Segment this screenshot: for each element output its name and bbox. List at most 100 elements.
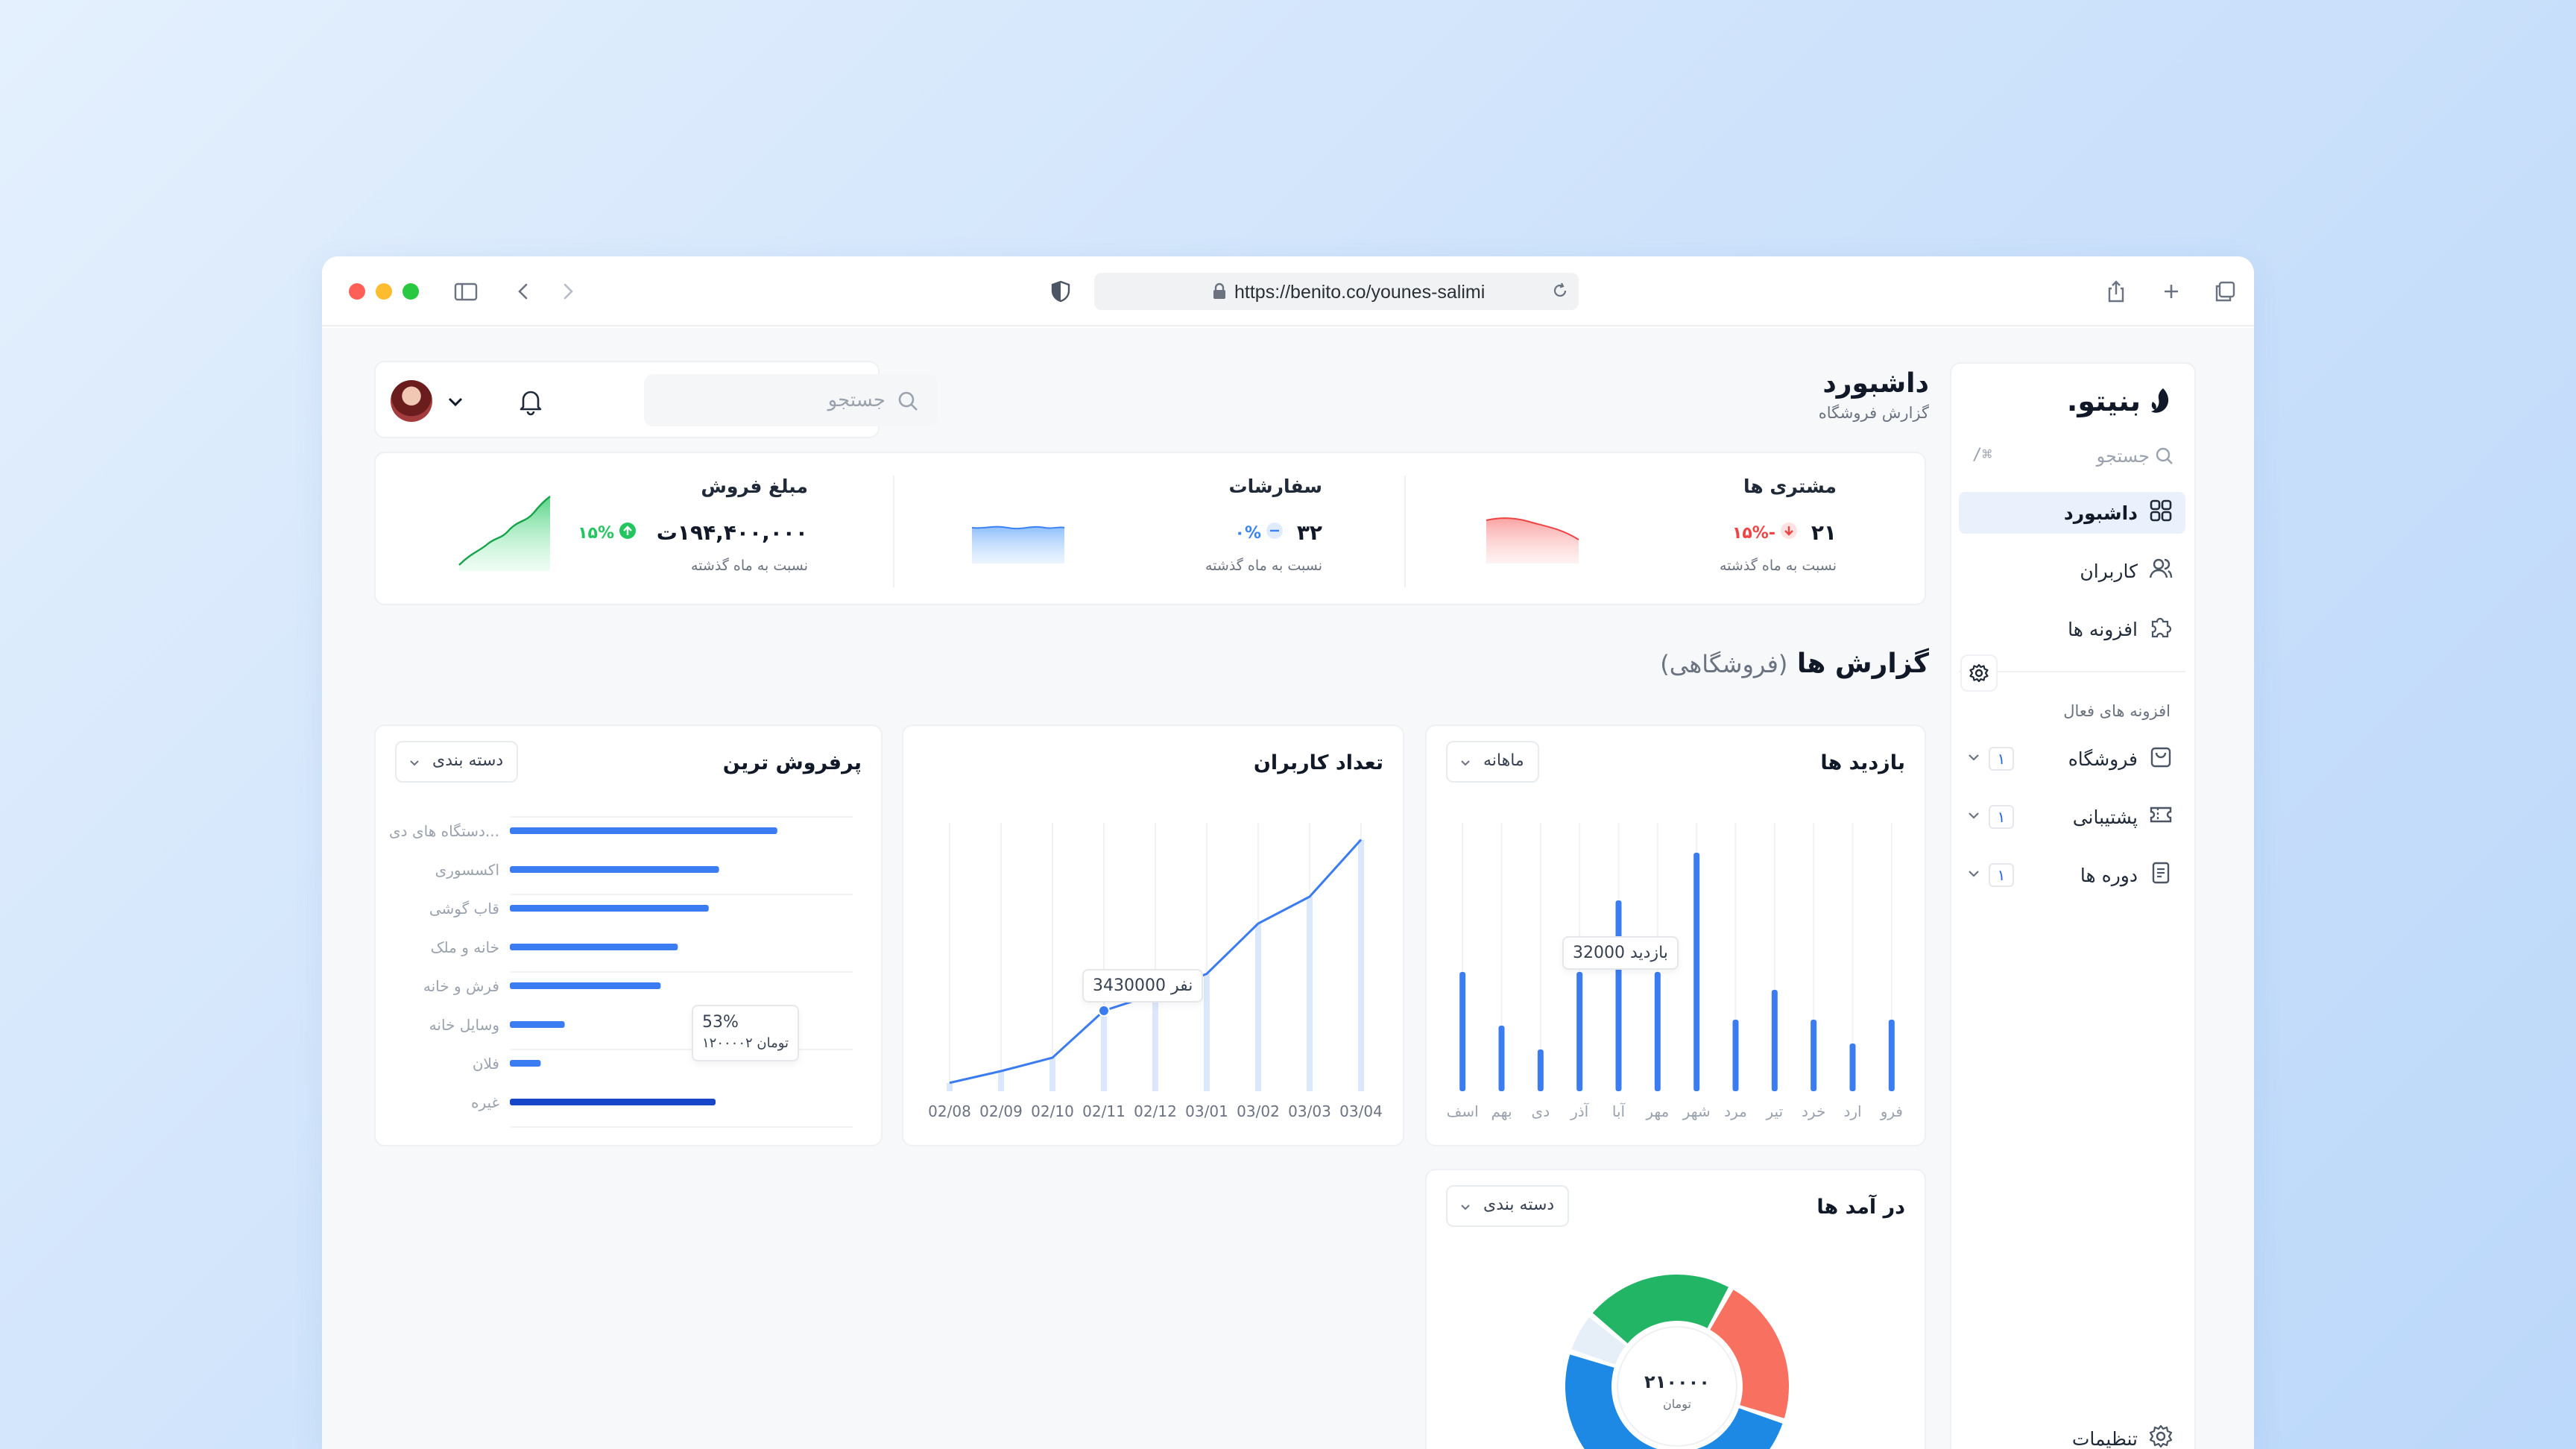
new-tab-icon[interactable] [2159, 279, 2184, 304]
bar [510, 982, 661, 989]
chevron-down-icon[interactable] [1965, 806, 1983, 829]
area-column [1358, 839, 1364, 1091]
bar [1615, 900, 1622, 1091]
plugin-item-courses[interactable]: دوره ها ۱ [1959, 854, 2185, 896]
sidebar-toggle-icon[interactable] [453, 279, 479, 304]
sidebar-item-settings[interactable]: تنظیمات [1959, 1418, 2185, 1449]
stat-orders: سفارشات ۳۲ ۰% نسبت به ماه گذشته [896, 453, 1410, 607]
stat-title: سفارشات [1228, 476, 1322, 497]
stat-compare: نسبت به ماه گذشته [1719, 558, 1837, 574]
sidebar-item-label: داشبورد [2063, 502, 2138, 524]
plugin-item-shop[interactable]: فروشگاه ۱ [1959, 738, 2185, 780]
y-tick-label: وسایل خانه [429, 1016, 499, 1034]
x-tick-label: 03/04 [1339, 1102, 1383, 1120]
stat-change: ۱۵% [578, 522, 637, 544]
bar [1888, 1020, 1895, 1091]
shield-icon[interactable] [1048, 279, 1073, 304]
page-title: داشبورد [1822, 368, 1929, 399]
reload-icon[interactable] [1550, 281, 1570, 303]
users-tooltip: 3430000 نفر [1082, 969, 1204, 1003]
stat-title: مبلغ فروش [701, 476, 808, 497]
plugin-count-badge: ۱ [1989, 863, 2014, 887]
area-column [1101, 1011, 1107, 1091]
plugin-label: پشتیبانی [2072, 806, 2138, 828]
area-column [947, 1082, 953, 1091]
area-column [1307, 897, 1313, 1091]
puzzle-icon [2148, 614, 2174, 644]
users-icon [2148, 556, 2174, 586]
bar [510, 866, 719, 873]
tabs-overview-icon[interactable] [2212, 279, 2238, 304]
maximize-window-button[interactable] [402, 283, 419, 300]
visits-tooltip: 32000 بازدید [1562, 936, 1679, 970]
x-tick-label: 02/12 [1134, 1102, 1177, 1120]
reports-settings-button[interactable] [1960, 654, 1998, 692]
x-tick-label: بهم [1491, 1102, 1512, 1120]
sidebar-item-users[interactable]: کاربران [1959, 550, 2185, 592]
x-tick-label: فرو [1880, 1102, 1903, 1120]
search-icon [896, 389, 920, 416]
brand-logo[interactable]: بنیتو. [2067, 385, 2174, 417]
bar [510, 1021, 565, 1028]
plugin-label: فروشگاه [2068, 748, 2138, 770]
avatar[interactable] [391, 380, 432, 422]
plugin-count-badge: ۱ [1989, 805, 2014, 829]
grid-icon [2148, 498, 2174, 528]
forward-icon[interactable] [555, 279, 580, 304]
bar [1849, 1044, 1856, 1091]
bar [1576, 972, 1583, 1091]
bar [1693, 853, 1700, 1091]
stat-change: -۱۵% [1732, 522, 1798, 544]
area-column [998, 1071, 1004, 1091]
stat-change-value: ۰% [1234, 523, 1261, 543]
bar [510, 1099, 716, 1105]
brand-name: بنیتو. [2066, 385, 2141, 417]
stat-sales: مبلغ فروش ۱۹۴,۴۰۰,۰۰۰ت ۱۵% نسبت به ماه گ… [382, 453, 896, 607]
plugin-item-support[interactable]: پشتیبانی ۱ [1959, 796, 2185, 838]
x-tick-label: تیر [1766, 1102, 1784, 1120]
sidebar-item-plugins[interactable]: افزونه ها [1959, 608, 2185, 650]
arrow-up-icon [619, 522, 637, 544]
address-bar[interactable]: https://benito.co/younes-salimi [1094, 273, 1579, 310]
chevron-down-icon[interactable] [1965, 748, 1983, 771]
header-search-input[interactable]: جستجو [644, 374, 938, 426]
income-center-value: ۲۱۰۰۰۰ [1644, 1371, 1710, 1392]
minimize-window-button[interactable] [376, 283, 392, 300]
x-tick-label: آبا [1612, 1102, 1626, 1120]
stat-compare: نسبت به ماه گذشته [1205, 558, 1322, 574]
brand-icon [2151, 388, 2169, 413]
area-column [1204, 973, 1210, 1091]
sidebar-item-dashboard[interactable]: داشبورد [1959, 492, 2185, 534]
bar [510, 1060, 541, 1067]
bar [1459, 972, 1466, 1091]
y-tick-label: دستگاه های دی... [389, 822, 499, 840]
y-tick-label: فلان [473, 1055, 499, 1073]
bar [510, 944, 678, 950]
close-window-button[interactable] [349, 283, 365, 300]
active-plugins-heading: افزونه های فعال [2063, 702, 2171, 720]
back-icon[interactable] [511, 279, 537, 304]
reports-title: گزارش ها (فروشگاهی) [1660, 648, 1929, 679]
page-subtitle: گزارش فروشگاه [1818, 404, 1929, 422]
lock-icon [1212, 282, 1227, 303]
x-tick-label: 02/09 [979, 1102, 1023, 1120]
sales-sparkline [458, 496, 551, 571]
stat-customers: مشتری ها ۲۱ -۱۵% نسبت به ماه گذشته [1410, 453, 1925, 607]
gear-icon [1969, 663, 1989, 683]
share-icon[interactable] [2103, 279, 2129, 304]
chevron-down-icon[interactable] [1965, 865, 1983, 887]
chevron-down-icon[interactable] [444, 391, 467, 416]
sidebar-search-input[interactable]: جستجو ⌘/ [1965, 440, 2179, 473]
income-chart-card: در آمد ها دسته بندی ۲۱۰۰۰۰ تومان [1425, 1169, 1926, 1449]
settings-label: تنظیمات [2071, 1427, 2138, 1449]
stat-value: ۳۲ [1296, 520, 1322, 545]
stats-card: مشتری ها ۲۱ -۱۵% نسبت به ماه گذشته سفارش… [374, 452, 1926, 605]
y-tick-label: خانه و ملک [431, 938, 499, 956]
shopping-bag-icon [2148, 744, 2174, 774]
bell-icon[interactable] [516, 386, 546, 419]
users-chart-card: تعداد کاربران 02/08 02/09 02/10 02/11 02/12 0… [902, 724, 1404, 1146]
y-tick-label: غیره [471, 1093, 499, 1111]
plugin-label: دوره ها [2080, 864, 2138, 886]
bestsellers-chart-card: پرفروش ترین دسته بندی دستگاه های دی... اک… [374, 724, 883, 1146]
x-tick-label: خرد [1802, 1102, 1825, 1120]
